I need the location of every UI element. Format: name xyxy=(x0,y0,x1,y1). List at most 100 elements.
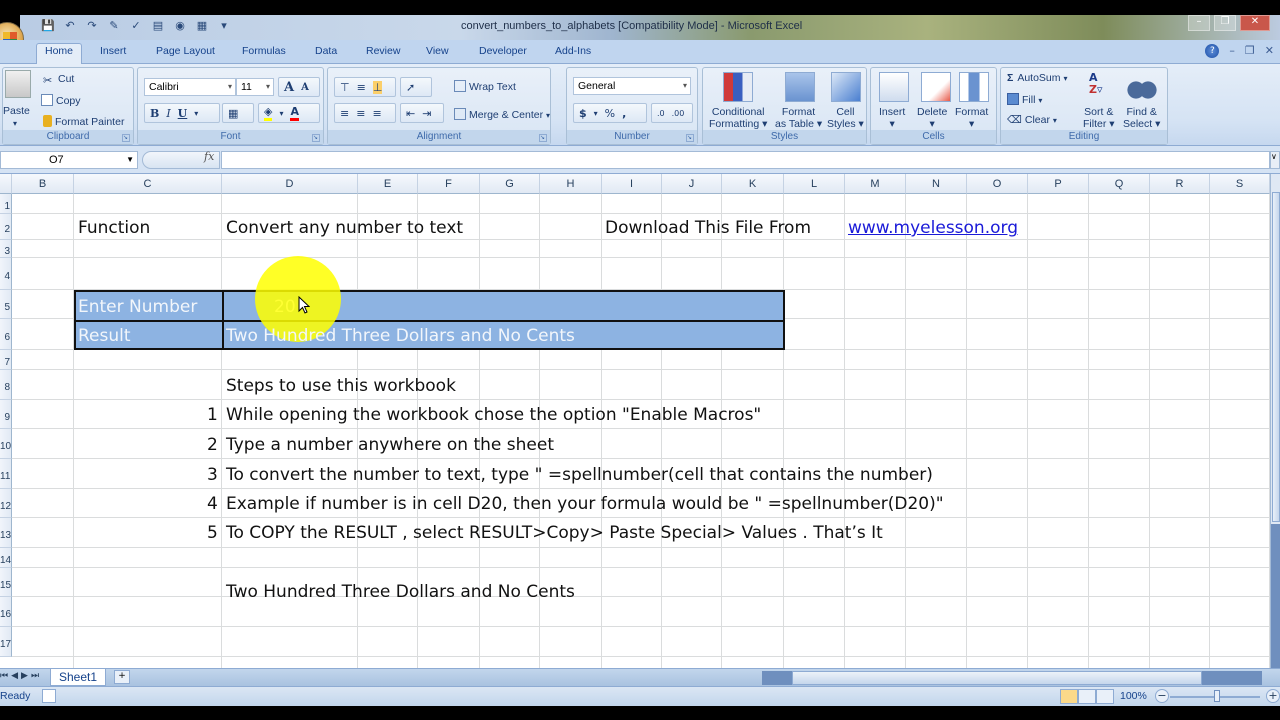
workbook-restore-button[interactable]: ❐ xyxy=(1245,44,1255,58)
spreadsheet-grid[interactable]: BCDEFGHIJKLMNOPQRS 1 2 3 4 5 6 7 8 9 10 11 12 13 14 15… xyxy=(0,174,1270,668)
tab-review[interactable]: Review xyxy=(358,44,408,64)
column-header-k[interactable]: K xyxy=(722,174,784,194)
paste-icon[interactable] xyxy=(5,70,31,98)
row-header-4[interactable]: 4 xyxy=(0,258,12,290)
font-family-select[interactable]: Calibri ▾ xyxy=(144,78,236,96)
zoom-in-icon[interactable]: + xyxy=(1266,689,1280,703)
step-text-cell[interactable]: To convert the number to text, type " =s… xyxy=(226,465,933,485)
clear-button[interactable]: ⌫ Clear ▾ xyxy=(1007,114,1057,126)
pasted-value-cell[interactable]: Two Hundred Three Dollars and No Cents xyxy=(226,582,575,602)
step-text-cell[interactable]: While opening the workbook chose the opt… xyxy=(226,405,761,425)
format-as-table-button[interactable]: Format as Table ▾ xyxy=(775,106,822,130)
vertical-scrollbar-thumb[interactable] xyxy=(1272,192,1280,522)
sort-filter-button[interactable]: Sort & Filter ▾ xyxy=(1083,106,1115,130)
column-header-o[interactable]: O xyxy=(967,174,1028,194)
alignment-launcher-icon[interactable]: ↘ xyxy=(539,134,547,142)
grow-font-icon[interactable]: A xyxy=(284,80,294,95)
tab-view[interactable]: View xyxy=(418,44,457,64)
increase-indent-icon[interactable]: ⇥ xyxy=(422,107,431,120)
workbook-close-button[interactable]: ✕ xyxy=(1265,44,1274,58)
redo-icon[interactable]: ↷ xyxy=(84,17,100,33)
column-header-e[interactable]: E xyxy=(358,174,418,194)
sheet-navigation[interactable]: ⏮◀▶⏭ xyxy=(0,671,42,681)
font-launcher-icon[interactable]: ↘ xyxy=(312,134,320,142)
name-box[interactable]: O7 ▼ xyxy=(0,151,138,169)
row-header-8[interactable]: 8 xyxy=(0,370,12,400)
insert-cells-button[interactable]: Insert ▾ xyxy=(879,106,905,130)
horizontal-scrollbar[interactable] xyxy=(762,671,1262,685)
row-header-14[interactable]: 14 xyxy=(0,548,12,568)
help-icon[interactable]: ? xyxy=(1205,44,1220,58)
step-number-cell[interactable]: 3 xyxy=(207,465,218,485)
result-value-cell[interactable]: Two Hundred Three Dollars and No Cents xyxy=(226,326,575,346)
row-header-15[interactable]: 15 xyxy=(0,568,12,597)
select-all-corner[interactable] xyxy=(0,174,12,194)
orientation-button[interactable]: ➚ xyxy=(400,77,432,97)
percent-button[interactable]: % xyxy=(605,107,615,120)
format-painter-button[interactable]: Format Painter xyxy=(43,115,124,128)
align-left-icon[interactable]: ≡ xyxy=(340,107,349,120)
conditional-formatting-icon[interactable] xyxy=(723,72,753,102)
column-header-m[interactable]: M xyxy=(845,174,906,194)
restore-button[interactable]: ❐ xyxy=(1214,15,1236,31)
function-desc-cell[interactable]: Convert any number to text xyxy=(226,218,463,238)
cell-styles-button[interactable]: Cell Styles ▾ xyxy=(827,106,864,130)
column-header-s[interactable]: S xyxy=(1210,174,1270,194)
chevron-down-icon[interactable]: ▼ xyxy=(126,152,134,168)
print-preview-icon[interactable]: ✎ xyxy=(106,17,122,33)
copy-button[interactable]: Copy xyxy=(41,94,81,107)
align-bottom-icon[interactable]: ⊥ xyxy=(372,80,383,94)
step-text-cell[interactable]: Example if number is in cell D20, then y… xyxy=(226,494,944,514)
binoculars-icon[interactable] xyxy=(1127,72,1157,102)
font-color-icon[interactable]: A xyxy=(290,105,299,121)
download-label-cell[interactable]: Download This File From xyxy=(605,218,811,238)
increase-decimal-icon[interactable]: .0 xyxy=(657,109,665,118)
number-format-select[interactable]: General ▾ xyxy=(573,77,691,95)
row-header-10[interactable]: 10 xyxy=(0,429,12,459)
sheet-tab-sheet1[interactable]: Sheet1 xyxy=(50,669,107,686)
format-as-table-icon[interactable] xyxy=(785,72,815,102)
workbook-minimize-button[interactable]: – xyxy=(1229,44,1235,58)
column-header-p[interactable]: P xyxy=(1028,174,1089,194)
tab-formulas[interactable]: Formulas xyxy=(234,44,294,64)
chevron-down-icon[interactable]: ▾ xyxy=(594,109,598,118)
spelling-icon[interactable]: ✓ xyxy=(128,17,144,33)
paste-dropdown-icon[interactable]: ▾ xyxy=(13,118,17,130)
undo-icon[interactable]: ↶ xyxy=(62,17,78,33)
shrink-font-icon[interactable]: A xyxy=(301,82,309,93)
tab-home[interactable]: Home xyxy=(36,43,83,65)
page-break-view-icon[interactable] xyxy=(1096,689,1114,704)
chevron-down-icon[interactable]: ▾ xyxy=(279,109,283,118)
column-header-g[interactable]: G xyxy=(480,174,540,194)
normal-view-icon[interactable] xyxy=(1060,689,1078,704)
step-number-cell[interactable]: 4 xyxy=(207,494,218,514)
fill-button[interactable]: Fill ▾ xyxy=(1007,93,1042,106)
tab-data[interactable]: Data xyxy=(307,44,345,64)
step-number-cell[interactable]: 1 xyxy=(207,405,218,425)
chevron-down-icon[interactable]: ▾ xyxy=(194,109,198,118)
step-text-cell[interactable]: To COPY the RESULT , select RESULT>Copy>… xyxy=(226,523,883,543)
row-header-7[interactable]: 7 xyxy=(0,350,12,370)
table-icon[interactable]: ▦ xyxy=(194,17,210,33)
decrease-indent-icon[interactable]: ⇤ xyxy=(406,107,415,120)
tab-add-ins[interactable]: Add-Ins xyxy=(547,44,599,64)
sort-filter-icon[interactable]: A Z▿ xyxy=(1089,72,1119,102)
column-header-b[interactable]: B xyxy=(12,174,74,194)
step-text-cell[interactable]: Type a number anywhere on the sheet xyxy=(226,435,554,455)
column-header-n[interactable]: N xyxy=(906,174,967,194)
page-layout-view-icon[interactable] xyxy=(1078,689,1096,704)
row-header-13[interactable]: 13 xyxy=(0,518,12,548)
wrap-text-button[interactable]: Wrap Text xyxy=(454,80,516,93)
column-header-f[interactable]: F xyxy=(418,174,480,194)
step-number-cell[interactable]: 5 xyxy=(207,523,218,543)
cut-button[interactable]: ✂ Cut xyxy=(43,73,74,87)
column-header-l[interactable]: L xyxy=(784,174,845,194)
autosum-button[interactable]: Σ AutoSum ▾ xyxy=(1007,72,1067,84)
column-header-i[interactable]: I xyxy=(602,174,662,194)
align-top-icon[interactable]: ⊤ xyxy=(340,81,350,94)
row-header-1[interactable]: 1 xyxy=(0,194,12,214)
column-header-q[interactable]: Q xyxy=(1089,174,1150,194)
form-icon[interactable]: ▤ xyxy=(150,17,166,33)
minimize-button[interactable]: – xyxy=(1188,15,1210,31)
formula-input[interactable] xyxy=(221,151,1270,169)
